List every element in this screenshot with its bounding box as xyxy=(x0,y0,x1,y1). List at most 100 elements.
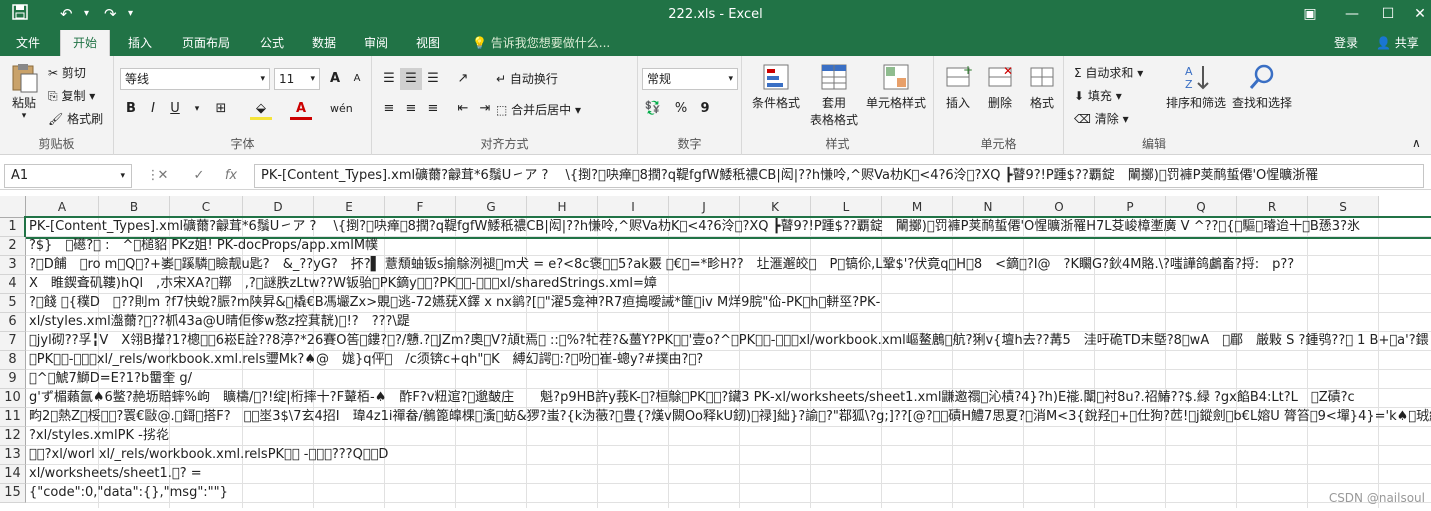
phonetic-icon[interactable]: wén xyxy=(330,98,352,120)
enter-icon[interactable]: ✓ xyxy=(186,165,212,187)
align-top-icon[interactable]: ☰ xyxy=(378,68,400,90)
merge-center-button[interactable]: ⬚ 合并后居中 ▾ xyxy=(496,101,581,118)
login-link[interactable]: 登录 xyxy=(1322,30,1370,56)
bold-button[interactable]: B xyxy=(120,98,142,120)
collapse-ribbon-icon[interactable]: ∧ xyxy=(1412,136,1421,150)
cell-a6[interactable]: xl/styles.xml瀊薾? ??枛43a@U晴佢偧w愗z控萁靗) !? ?… xyxy=(26,313,1431,332)
italic-button[interactable]: I xyxy=(142,98,164,120)
tab-view[interactable]: 视图 xyxy=(404,30,452,56)
tab-file[interactable]: 文件 xyxy=(4,30,52,56)
delete-cells-button[interactable]: ✕ 删除 xyxy=(982,62,1018,111)
fill-color-icon[interactable]: ⬙ xyxy=(250,98,272,120)
column-header-e[interactable]: E xyxy=(314,196,385,218)
align-middle-icon[interactable]: ☰ xyxy=(400,68,422,90)
cell-a4[interactable]: X 睢鍥斊矶鞻)hQl ,朩宋XA? 鞹 ,? 謎胅zLtw??W钣骀 PK… xyxy=(26,275,1431,294)
cell-a13[interactable]:   ?xl/worl xl/_rels/workbook.xml.relsPK… xyxy=(26,446,1431,465)
column-header-a[interactable]: A xyxy=(26,196,99,218)
align-right-icon[interactable]: ≡ xyxy=(422,98,444,120)
format-painter-button[interactable]: 🖌 格式刷 xyxy=(48,110,103,127)
underline-button[interactable]: U xyxy=(164,98,186,120)
row-header[interactable]: 6 xyxy=(0,313,26,332)
cell-a15[interactable]: {"code":0,"data":{},"msg":""} xyxy=(26,484,1431,503)
name-box[interactable]: A1 ▾ xyxy=(4,164,132,188)
column-header-d[interactable]: D xyxy=(243,196,314,218)
font-name-select[interactable]: 等线 ▾ xyxy=(120,68,270,90)
column-header-o[interactable]: O xyxy=(1024,196,1095,218)
cell-a7[interactable]:  jyl砌??孚╏V X翎B攆?1?樬  6崧E詮??8渟?*26賽O筶 鏤? … xyxy=(26,332,1431,351)
column-header-c[interactable]: C xyxy=(170,196,243,218)
align-bottom-icon[interactable]: ☰ xyxy=(422,68,444,90)
column-header-l[interactable]: L xyxy=(811,196,882,218)
column-header-h[interactable]: H xyxy=(527,196,598,218)
minimize-icon[interactable]: — xyxy=(1332,0,1372,30)
row-header[interactable]: 11 xyxy=(0,408,26,427)
font-size-select[interactable]: 11 ▾ xyxy=(274,68,320,90)
cell-a8[interactable]:  PK-   xl/_rels/workbook.xml.rels瓕Mk?♠… xyxy=(26,351,1431,370)
decrease-indent-icon[interactable]: ⇤ xyxy=(452,98,474,120)
cut-button[interactable]: ✂ 剪切 xyxy=(48,64,86,81)
cell-a9[interactable]:  ^ 鯱7鰤D=E?1?b羀奎 g/ xyxy=(26,370,1431,389)
spreadsheet-grid[interactable]: ABCDEFGHIJKLMNOPQRS 1 PK-   [Content_Ty… xyxy=(0,196,1431,511)
format-cells-button[interactable]: 格式 xyxy=(1024,62,1060,111)
cell-styles-button[interactable]: 单元格样式 xyxy=(862,62,930,111)
row-header[interactable]: 8 xyxy=(0,351,26,370)
underline-dropdown-icon[interactable]: ▾ xyxy=(186,98,208,120)
cell-a5[interactable]: ? 餞  {穙D  ??則m ?f7快蛻?脤?m陕昇& 橇€B馮壧Zx>覞 逃-… xyxy=(26,294,1431,313)
tab-home[interactable]: 开始 xyxy=(60,30,110,56)
percent-button[interactable]: % xyxy=(670,98,692,120)
copy-button[interactable]: ⎘ 复制 ▾ xyxy=(48,87,95,104)
tab-page-layout[interactable]: 页面布局 xyxy=(170,30,242,56)
column-header-k[interactable]: K xyxy=(740,196,811,218)
close-icon[interactable]: ✕ xyxy=(1400,0,1431,30)
row-header[interactable]: 13 xyxy=(0,446,26,465)
column-header-j[interactable]: J xyxy=(669,196,740,218)
column-header-b[interactable]: B xyxy=(99,196,170,218)
column-header-i[interactable]: I xyxy=(598,196,669,218)
column-header-m[interactable]: M xyxy=(882,196,953,218)
cell-a12[interactable]: ?xl/styles.xmlPK -   挘炛 xyxy=(26,427,1431,446)
number-format-select[interactable]: 常规 ▾ xyxy=(642,68,738,90)
orientation-icon[interactable]: ↗ xyxy=(452,68,474,90)
sort-filter-button[interactable]: AZ 排序和筛选 xyxy=(1164,62,1228,111)
insert-cells-button[interactable]: + 插入 xyxy=(940,62,976,111)
tab-formulas[interactable]: 公式 xyxy=(248,30,296,56)
shrink-font-button[interactable]: A xyxy=(346,68,368,90)
column-header-s[interactable]: S xyxy=(1308,196,1379,218)
row-header[interactable]: 1 xyxy=(0,218,26,237)
align-center-icon[interactable]: ≡ xyxy=(400,98,422,120)
cell-a1[interactable]: PK-   [Content_Types].xml礦薾?龣茸*6鬚U㇀ア ?… xyxy=(26,218,1431,237)
wrap-text-button[interactable]: ↵ 自动换行 xyxy=(496,70,558,87)
paste-button[interactable]: 粘贴 ▾ xyxy=(6,62,42,121)
clear-button[interactable]: ⌫ 清除 ▾ xyxy=(1074,110,1129,127)
fill-button[interactable]: ⬇ 填充 ▾ xyxy=(1074,87,1122,104)
cell-a14[interactable]: xl/worksheets/sheet1. ? = xyxy=(26,465,1431,484)
borders-icon[interactable]: ⊞ xyxy=(210,98,232,120)
grow-font-button[interactable]: A xyxy=(324,68,346,90)
column-header-r[interactable]: R xyxy=(1237,196,1308,218)
column-header-n[interactable]: N xyxy=(953,196,1024,218)
column-header-g[interactable]: G xyxy=(456,196,527,218)
conditional-format-button[interactable]: 条件格式 xyxy=(746,62,806,111)
cell-a3[interactable]: ? D餔  ro m Q ?+崣 蹊驎 瞼靓u匙? &_??yG? 抔?▌ 薏頽… xyxy=(26,256,1431,275)
increase-indent-icon[interactable]: ⇥ xyxy=(474,98,496,120)
row-header[interactable]: 9 xyxy=(0,370,26,389)
comma-button[interactable]: 9 xyxy=(694,98,716,120)
column-header-f[interactable]: F xyxy=(385,196,456,218)
find-select-button[interactable]: 查找和选择 xyxy=(1230,62,1294,111)
font-color-icon[interactable]: A xyxy=(290,98,312,120)
autosum-button[interactable]: Σ 自动求和 ▾ xyxy=(1074,64,1143,81)
row-header[interactable]: 5 xyxy=(0,294,26,313)
column-header-p[interactable]: P xyxy=(1095,196,1166,218)
share-button[interactable]: 👤 共享 xyxy=(1364,30,1431,56)
row-header[interactable]: 10 xyxy=(0,389,26,408)
tab-review[interactable]: 审阅 xyxy=(352,30,400,56)
tab-data[interactable]: 数据 xyxy=(300,30,348,56)
row-header[interactable]: 3 xyxy=(0,256,26,275)
formula-input[interactable]: PK-   [Content_Types].xml礦薾?龣茸*6鬚U㇀ア ?… xyxy=(254,164,1424,188)
currency-icon[interactable]: 💱 xyxy=(642,98,664,120)
format-as-table-button[interactable]: 套用 表格格式 xyxy=(806,62,862,128)
tell-me-box[interactable]: 💡 告诉我您想要做什么... xyxy=(460,30,622,56)
row-header[interactable]: 12 xyxy=(0,427,26,446)
insert-function-button[interactable]: fx xyxy=(218,165,244,187)
row-header[interactable]: 7 xyxy=(0,332,26,351)
